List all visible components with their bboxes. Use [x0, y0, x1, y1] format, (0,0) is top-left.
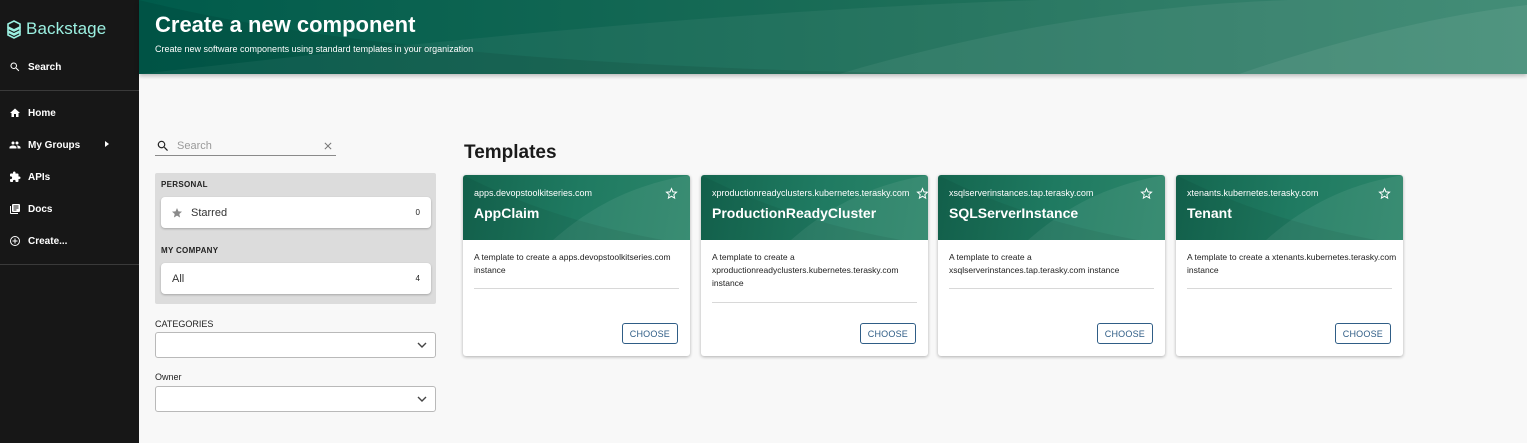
people-icon — [8, 139, 21, 152]
card-divider — [949, 288, 1154, 289]
chevron-down-icon — [417, 396, 427, 402]
chevron-down-icon — [417, 342, 427, 348]
sidebar-item-my-groups[interactable]: My Groups — [0, 131, 139, 159]
card-title: AppClaim — [474, 205, 540, 221]
clear-icon[interactable] — [322, 140, 334, 152]
starred-label: Starred — [191, 206, 228, 219]
categories-label: CATEGORIES — [155, 319, 214, 329]
card-header: apps.devopstoolkitseries.com AppClaim — [463, 175, 690, 240]
card-header: xproductionreadyclusters.kubernetes.tera… — [701, 175, 928, 240]
search-icon — [157, 140, 168, 151]
star-outline-icon[interactable] — [1377, 186, 1392, 201]
sidebar-item-docs[interactable]: Docs — [0, 195, 139, 223]
sidebar-search[interactable]: Search — [0, 53, 139, 81]
all-label: All — [172, 272, 185, 285]
logo-text: Backstage — [26, 19, 107, 38]
card-description: A template to create a apps.devopstoolki… — [474, 252, 671, 275]
add-circle-icon — [8, 235, 21, 248]
personal-heading: PERSONAL — [161, 180, 208, 189]
sidebar-item-label: Create... — [28, 235, 68, 247]
card-divider — [474, 288, 679, 289]
card-type: xproductionreadyclusters.kubernetes.tera… — [712, 188, 910, 198]
sidebar-item-label: Home — [28, 107, 56, 119]
card-type: xtenants.kubernetes.terasky.com — [1187, 188, 1319, 198]
card-description: A template to create a xsqlserverinstanc… — [949, 252, 1120, 275]
sidebar-item-label: Docs — [28, 203, 53, 215]
sidebar-item-home[interactable]: Home — [0, 99, 139, 127]
card-title: Tenant — [1187, 205, 1232, 221]
card-description: A template to create a xproductionreadyc… — [712, 252, 899, 288]
sidebar-item-create[interactable]: Create... — [0, 227, 139, 255]
card-title: SQLServerInstance — [949, 205, 1079, 221]
choose-button[interactable]: CHOOSE — [1334, 323, 1391, 344]
sidebar-item-label: My Groups — [28, 139, 81, 151]
home-icon — [8, 107, 21, 120]
templates-heading: Templates — [464, 142, 557, 163]
choose-button[interactable]: CHOOSE — [621, 323, 678, 344]
card-header: xsqlserverinstances.tap.terasky.com SQLS… — [938, 175, 1165, 240]
backstage-logo-icon — [7, 20, 21, 39]
card-description: A template to create a xtenants.kubernet… — [1187, 252, 1397, 275]
template-card: xsqlserverinstances.tap.terasky.com SQLS… — [938, 175, 1165, 356]
choose-button[interactable]: CHOOSE — [1096, 323, 1153, 344]
sidebar-search-label: Search — [28, 61, 62, 73]
card-divider — [712, 302, 917, 303]
star-filled-icon — [172, 207, 182, 217]
page-subtitle: Create new software components using sta… — [155, 44, 474, 54]
choose-button[interactable]: CHOOSE — [859, 323, 916, 344]
backstage-logo[interactable]: Backstage — [6, 16, 106, 42]
star-outline-icon[interactable] — [915, 186, 928, 201]
template-card: xtenants.kubernetes.terasky.com Tenant A… — [1176, 175, 1403, 356]
owner-label: Owner — [155, 372, 182, 382]
card-type: apps.devopstoolkitseries.com — [474, 188, 593, 198]
card-divider — [1187, 288, 1392, 289]
sidebar-item-apis[interactable]: APIs — [0, 163, 139, 191]
starred-filter[interactable]: Starred 0 — [161, 197, 431, 228]
categories-select[interactable] — [155, 332, 436, 358]
search-input[interactable] — [177, 140, 317, 152]
my-company-heading: MY COMPANY — [161, 246, 219, 255]
owner-select[interactable] — [155, 386, 436, 412]
puzzle-icon — [8, 171, 21, 184]
template-card: apps.devopstoolkitseries.com AppClaim A … — [463, 175, 690, 356]
template-card: xproductionreadyclusters.kubernetes.tera… — [701, 175, 928, 356]
search-icon — [8, 61, 21, 74]
sidebar-item-label: APIs — [28, 171, 51, 183]
star-outline-icon[interactable] — [1139, 186, 1154, 201]
all-count: 4 — [415, 274, 420, 283]
sidebar-divider — [0, 90, 139, 91]
starred-count: 0 — [415, 208, 420, 217]
owner-filter-panel: PERSONAL Starred 0 MY COMPANY All 4 — [155, 173, 436, 304]
page-header: Create a new component Create new softwa… — [139, 0, 1527, 74]
template-search — [155, 137, 336, 156]
sidebar: Backstage Search Home My Groups APIs Doc… — [0, 0, 139, 443]
sidebar-divider — [0, 264, 139, 265]
card-title: ProductionReadyCluster — [712, 205, 877, 221]
star-outline-icon[interactable] — [664, 186, 679, 201]
expand-arrow-icon[interactable] — [105, 141, 109, 147]
all-filter[interactable]: All 4 — [161, 263, 431, 294]
card-header: xtenants.kubernetes.terasky.com Tenant — [1176, 175, 1403, 240]
card-type: xsqlserverinstances.tap.terasky.com — [949, 188, 1094, 198]
docs-icon — [8, 203, 21, 216]
page-title: Create a new component — [155, 12, 416, 37]
